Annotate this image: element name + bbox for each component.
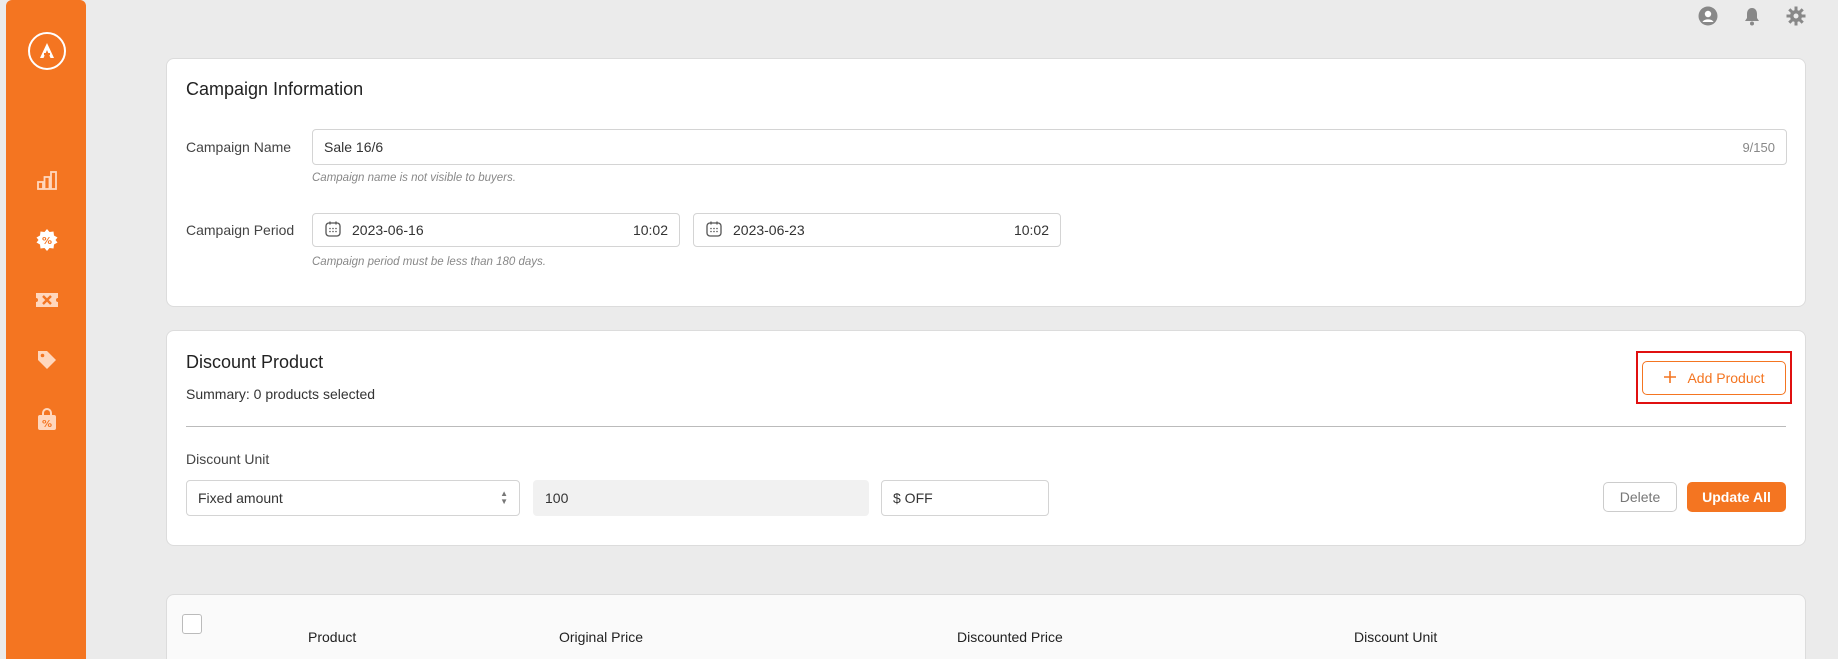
discount-unit-select[interactable]: Fixed amount ▲ ▼	[186, 480, 520, 516]
shopping-bag-discount-icon[interactable]: %	[34, 407, 60, 433]
start-time-value: 10:02	[632, 222, 668, 238]
plus-icon	[1663, 370, 1677, 387]
user-icon[interactable]	[1696, 4, 1720, 28]
campaign-name-hint: Campaign name is not visible to buyers.	[312, 172, 516, 184]
discount-product-title: Discount Product	[186, 352, 324, 372]
chart-icon[interactable]	[34, 167, 60, 193]
bell-icon[interactable]	[1740, 4, 1764, 28]
campaign-name-label: Campaign Name	[186, 139, 292, 155]
discount-suffix-value: $ OFF	[893, 490, 933, 506]
column-header-discount-unit[interactable]: Discount Unit	[1354, 629, 1437, 645]
discount-amount-value: 100	[545, 490, 569, 506]
voucher-icon[interactable]	[34, 287, 60, 313]
action-buttons: Delete Update All	[1603, 482, 1786, 512]
svg-text:%: %	[42, 419, 52, 430]
column-header-product[interactable]: Product	[308, 629, 356, 645]
delete-button[interactable]: Delete	[1603, 482, 1677, 512]
campaign-name-input[interactable]: Sale 16/6 9/150	[312, 129, 1787, 165]
select-arrows-icon: ▲ ▼	[500, 489, 508, 506]
campaign-period-label: Campaign Period	[186, 222, 295, 238]
discount-amount-input[interactable]: 100	[533, 480, 869, 516]
update-all-button[interactable]: Update All	[1687, 482, 1786, 512]
campaign-information-title: Campaign Information	[186, 79, 364, 99]
column-header-discounted-price[interactable]: Discounted Price	[957, 629, 1063, 645]
discount-suffix-field[interactable]: $ OFF	[881, 480, 1049, 516]
column-header-original-price[interactable]: Original Price	[559, 629, 643, 645]
add-product-button[interactable]: Add Product	[1642, 361, 1786, 395]
summary-text: Summary: 0 products selected	[186, 386, 376, 402]
product-table: Product Original Price Discounted Price …	[166, 594, 1806, 659]
end-date-input[interactable]: 2023-06-23 10:02	[693, 213, 1061, 247]
start-date-input[interactable]: 2023-06-16 10:02	[312, 213, 680, 247]
start-date-value: 2023-06-16	[352, 222, 424, 238]
sidebar: % %	[6, 0, 86, 659]
discount-product-card: Discount Product Summary: 0 products sel…	[166, 330, 1806, 546]
campaign-period-hint: Campaign period must be less than 180 da…	[312, 256, 546, 268]
discount-unit-label: Discount Unit	[186, 451, 270, 467]
divider	[186, 426, 1786, 427]
campaign-name-value: Sale 16/6	[324, 139, 384, 155]
campaign-information-card: Campaign Information Campaign Name Sale …	[166, 58, 1806, 307]
tag-icon[interactable]	[34, 347, 60, 373]
select-all-checkbox[interactable]	[182, 614, 202, 634]
end-time-value: 10:02	[1013, 222, 1049, 238]
calendar-icon	[705, 220, 723, 241]
calendar-icon	[324, 220, 342, 241]
campaign-name-counter: 9/150	[1742, 139, 1775, 155]
topbar-icons	[1696, 4, 1808, 28]
discount-badge-icon[interactable]: %	[34, 227, 60, 253]
gear-icon[interactable]	[1784, 4, 1808, 28]
add-product-label: Add Product	[1687, 370, 1765, 386]
svg-text:%: %	[42, 236, 52, 247]
end-date-value: 2023-06-23	[733, 222, 805, 238]
discount-unit-value: Fixed amount	[198, 490, 283, 506]
logo-icon[interactable]	[28, 32, 66, 70]
